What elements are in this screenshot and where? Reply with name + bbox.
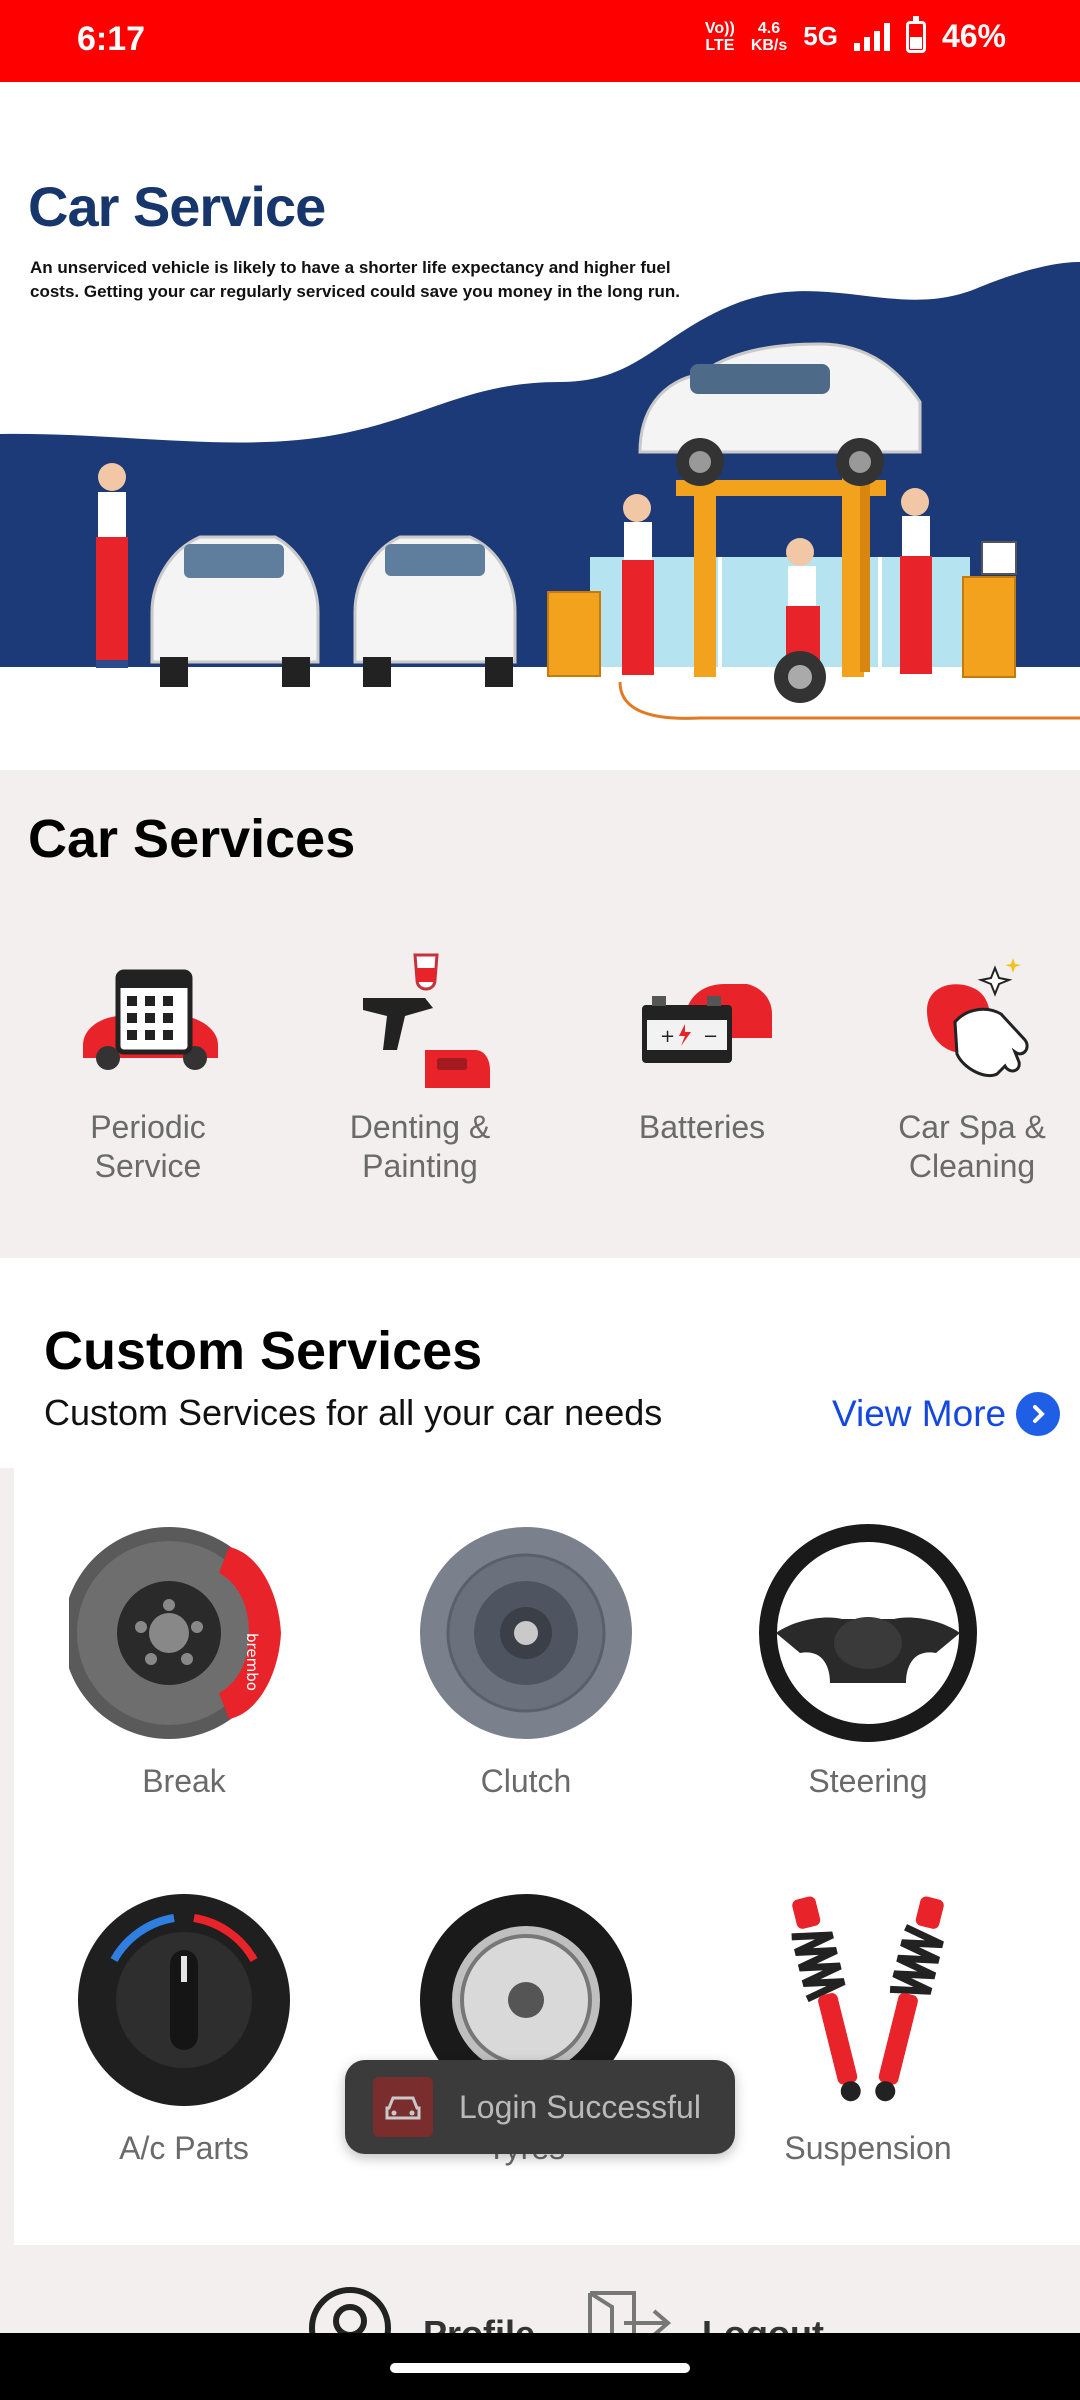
battery-icon: + − bbox=[642, 984, 772, 1063]
view-more-link[interactable]: View More bbox=[832, 1392, 1061, 1436]
custom-service-label: Clutch bbox=[480, 1763, 572, 1799]
system-navigation-bar bbox=[0, 2333, 1080, 2400]
custom-service-label: Suspension bbox=[784, 2130, 952, 2166]
custom-services-subtitle: Custom Services for all your car needs bbox=[44, 1392, 663, 1433]
custom-services-title: Custom Services bbox=[44, 1321, 483, 1381]
car-services-title: Car Services bbox=[28, 809, 356, 869]
service-batteries[interactable]: + − Batteries bbox=[592, 950, 812, 1147]
network-speed: 4.6 KB/s bbox=[750, 19, 788, 54]
hero-banner: Car Service An unserviced vehicle is lik… bbox=[0, 82, 1080, 770]
nav-profile[interactable]: Profile bbox=[305, 2283, 535, 2333]
status-bar: 6:17 Vo)) LTE 4.6 KB/s 5G 46% bbox=[0, 0, 1080, 82]
banner-subtitle: An unserviced vehicle is likely to have … bbox=[30, 258, 680, 301]
shock-absorber-icon bbox=[791, 1896, 944, 2102]
chevron-right-icon bbox=[1016, 1392, 1061, 1436]
grid-edge bbox=[0, 1468, 14, 2245]
toast-message: Login Successful bbox=[459, 2088, 701, 2125]
calendar-car-icon bbox=[83, 969, 218, 1070]
custom-service-ac-parts[interactable]: A/c Parts bbox=[54, 1890, 314, 2167]
home-gesture-handle[interactable] bbox=[390, 2363, 690, 2373]
service-denting[interactable]: Denting & Painting bbox=[310, 950, 530, 1186]
svg-text:−: − bbox=[703, 1026, 718, 1047]
status-icons: Vo)) LTE 4.6 KB/s 5G 46% bbox=[704, 15, 1006, 55]
nav-logout[interactable]: Logout bbox=[584, 2283, 824, 2333]
banner-title: Car Service bbox=[28, 175, 326, 238]
view-more-label: View More bbox=[832, 1393, 1007, 1434]
steering-wheel-icon bbox=[759, 1524, 977, 1742]
volte-indicator: Vo)) LTE bbox=[704, 19, 735, 54]
svg-text:brembo: brembo bbox=[243, 1633, 261, 1691]
clutch-plate-icon bbox=[420, 1527, 632, 1739]
brake-disc-icon: brembo bbox=[69, 1527, 281, 1739]
nav-logout-label: Logout bbox=[702, 2313, 824, 2333]
bottom-navigation: Profile Logout bbox=[0, 2245, 1080, 2333]
battery-percent: 46% bbox=[941, 18, 1006, 54]
custom-service-label: Break bbox=[142, 1763, 226, 1799]
custom-service-suspension[interactable]: Suspension bbox=[738, 1890, 998, 2167]
service-car-spa[interactable]: Car Spa & Cleaning bbox=[862, 950, 1080, 1186]
profile-icon bbox=[309, 2287, 391, 2333]
nav-profile-label: Profile bbox=[423, 2313, 535, 2333]
sponge-hand-icon bbox=[927, 958, 1029, 1077]
custom-service-steering[interactable]: Steering bbox=[738, 1523, 998, 1800]
logout-icon bbox=[588, 2291, 672, 2333]
spray-gun-icon bbox=[363, 953, 490, 1088]
service-label: Car Spa & Cleaning bbox=[898, 1109, 1046, 1184]
service-periodic[interactable]: Periodic Service bbox=[38, 950, 258, 1186]
ac-knob-icon bbox=[78, 1894, 290, 2106]
car-icon bbox=[373, 2077, 433, 2137]
toast-login-successful: Login Successful bbox=[345, 2060, 735, 2154]
custom-service-brake[interactable]: brembo Break bbox=[54, 1523, 314, 1800]
svg-text:+: + bbox=[660, 1026, 675, 1047]
car-services-section: Car Services Periodic Service Denting & … bbox=[0, 770, 1080, 1258]
status-time: 6:17 bbox=[77, 20, 146, 58]
battery-icon bbox=[905, 15, 926, 53]
signal-icon bbox=[853, 22, 890, 51]
custom-service-label: A/c Parts bbox=[119, 2130, 249, 2166]
service-label: Batteries bbox=[638, 1109, 766, 1145]
custom-service-clutch[interactable]: Clutch bbox=[396, 1523, 656, 1800]
service-label: Denting & Painting bbox=[349, 1109, 491, 1184]
service-label: Periodic Service bbox=[90, 1109, 206, 1184]
custom-service-label: Steering bbox=[808, 1763, 928, 1799]
network-type: 5G bbox=[803, 21, 838, 51]
